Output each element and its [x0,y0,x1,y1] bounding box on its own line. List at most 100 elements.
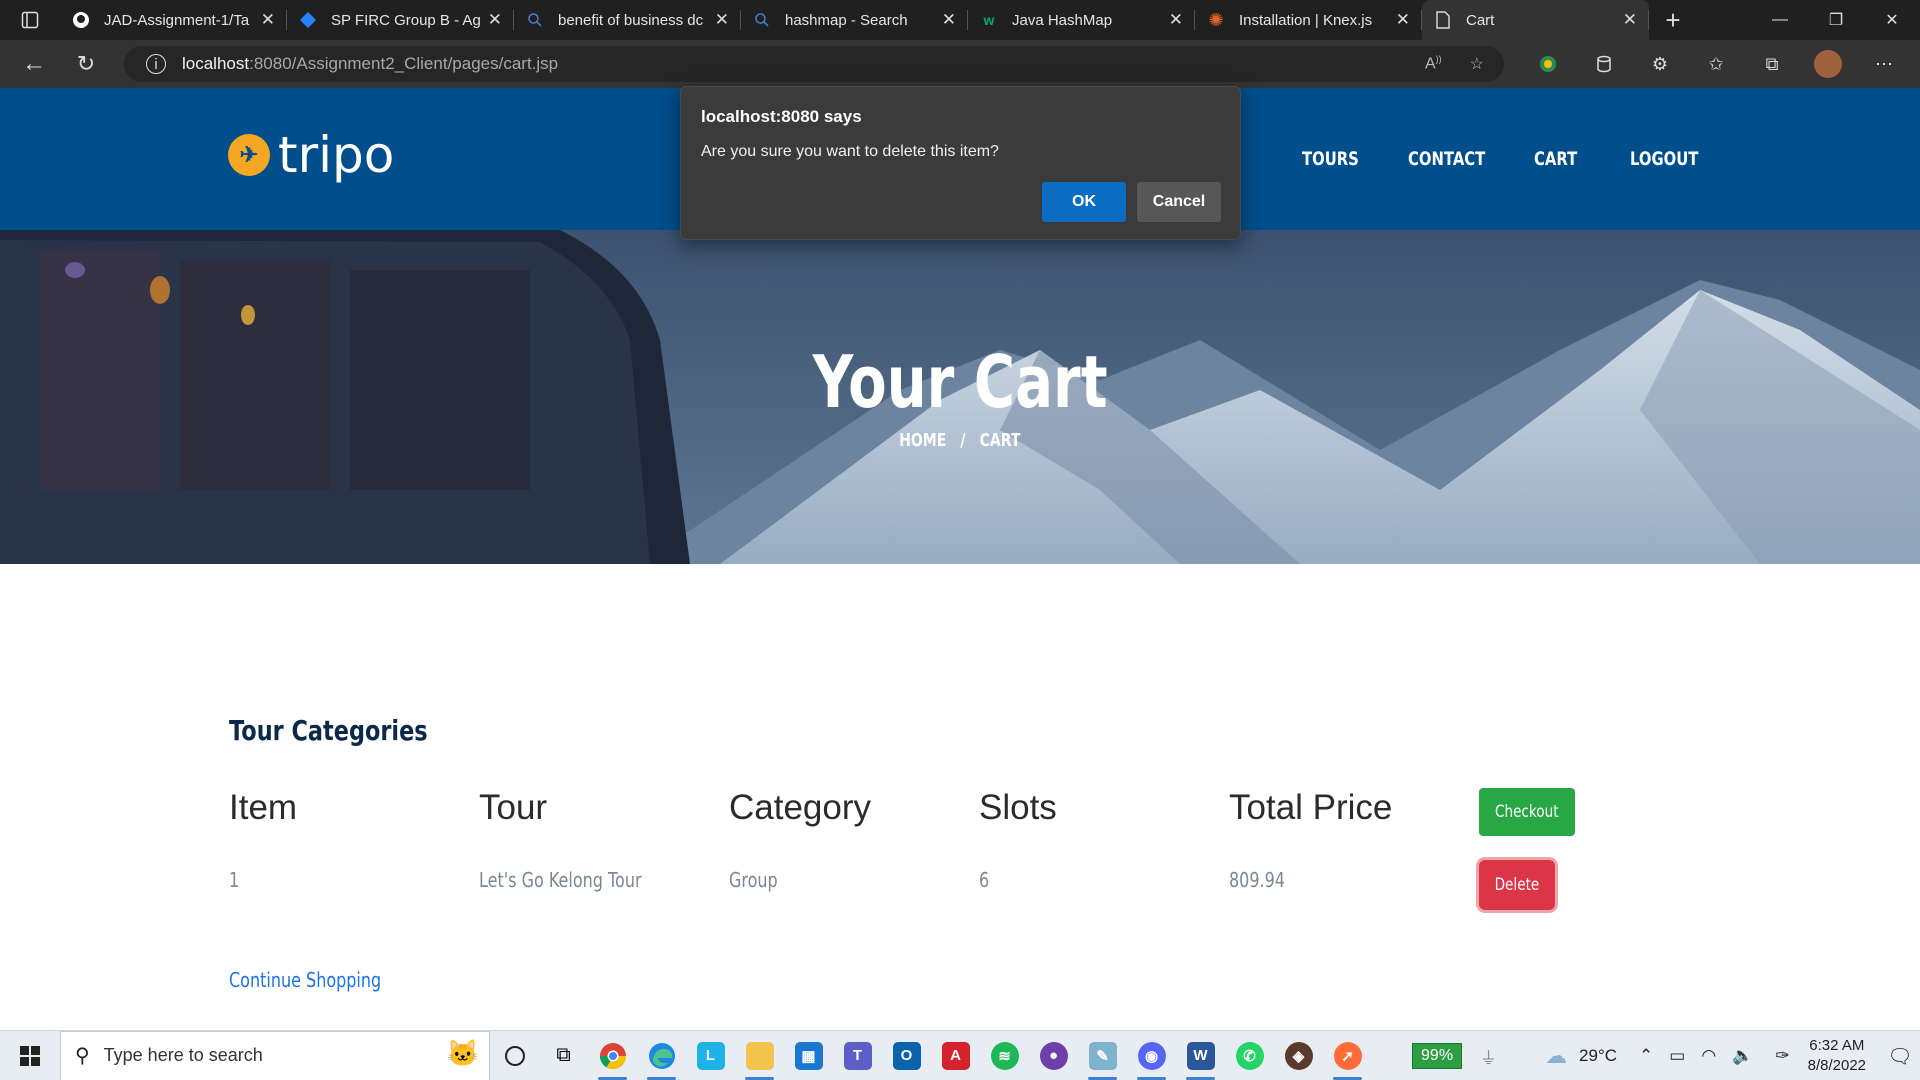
page-icon [1434,11,1452,29]
database-icon[interactable] [1576,40,1632,88]
new-tab-icon[interactable]: + [1649,0,1697,40]
nav-item-cart[interactable]: CART [1534,148,1577,170]
add-favorite-icon[interactable]: ☆ [1470,54,1484,74]
close-icon[interactable]: ✕ [1396,10,1410,30]
store-icon[interactable]: ▦ [784,1031,833,1080]
weather-cloud-icon[interactable]: ☁ [1545,1043,1567,1069]
column-header-tour: Tour [479,788,548,827]
browser-tab-bar: JAD-Assignment-1/Ta ✕ SP FIRC Group B - … [0,0,1920,40]
cell-item: 1 [229,868,240,892]
search-highlight-icon: 🐱 [446,1037,479,1068]
browser-tab[interactable]: SP FIRC Group B - Agi ✕ [287,0,514,40]
confirm-dialog: localhost:8080 says Are you sure you wan… [680,86,1241,240]
dialog-title: localhost:8080 says [701,107,862,126]
close-icon[interactable]: ✕ [1169,10,1183,30]
restore-icon[interactable]: ❐ [1808,0,1864,40]
tab-title: hashmap - Search [785,11,908,29]
site-logo[interactable]: ✈ tripo [228,130,394,180]
close-icon[interactable]: ✕ [1623,10,1637,30]
breadcrumb-separator: / [960,430,966,451]
window-close-icon[interactable]: ✕ [1864,0,1920,40]
search-icon [753,11,771,29]
browser-tab-active[interactable]: Cart ✕ [1422,0,1649,40]
browser-tab[interactable]: JAD-Assignment-1/Ta ✕ [60,0,287,40]
ok-button[interactable]: OK [1042,182,1126,222]
url-input[interactable]: i localhost:8080/Assignment2_Client/page… [124,46,1504,82]
cortana-icon[interactable] [490,1031,539,1080]
pen-icon[interactable]: ✑ [1775,1046,1789,1066]
discord-icon[interactable]: ◉ [1127,1031,1176,1080]
windows-start-icon[interactable] [0,1031,60,1080]
chrome-icon[interactable] [588,1031,637,1080]
windows-taskbar: ⚲ Type here to search 🐱 ⧉ L ▦ T O A ≋ ● … [0,1030,1920,1080]
breadcrumb-home[interactable]: HOME [899,430,946,451]
whatsapp-icon[interactable]: ✆ [1225,1031,1274,1080]
collections-icon[interactable]: ⧉ [1744,40,1800,88]
nav-item-logout[interactable]: LOGOUT [1630,148,1698,170]
breadcrumb-current: CART [979,430,1021,451]
close-icon[interactable]: ✕ [261,10,275,30]
chevron-up-icon[interactable]: ⌃ [1639,1046,1653,1066]
clock-time: 6:32 AM [1809,1037,1865,1054]
hero-banner: Your Cart HOME / CART [0,230,1920,564]
close-icon[interactable]: ✕ [715,10,729,30]
volume-icon[interactable]: 🔈 [1732,1046,1753,1066]
browser-tab[interactable]: w Java HashMap ✕ [968,0,1195,40]
system-tray: 99% ⏚ ☁ 29°C ⌃ ▭ ◠ 🔈 ✑ 6:32 AM 8/8/2022 … [1412,1031,1920,1080]
nav-item-tours[interactable]: TOURS [1302,148,1359,170]
task-view-icon[interactable]: ⧉ [539,1031,588,1080]
refresh-icon[interactable]: ↻ [60,40,112,88]
site-info-icon[interactable]: i [146,54,166,74]
page-title: Your Cart [812,340,1108,424]
more-menu-icon[interactable]: ⋯ [1856,40,1912,88]
favorites-icon[interactable]: ✩ [1688,40,1744,88]
profile-avatar[interactable] [1800,40,1856,88]
teams-icon[interactable]: T [833,1031,882,1080]
url-path: :8080/Assignment2_Client/pages/cart.jsp [249,54,559,73]
file-explorer-icon[interactable] [735,1031,784,1080]
close-icon[interactable]: ✕ [488,10,502,30]
postman-icon[interactable]: ➚ [1323,1031,1372,1080]
battery-icon[interactable]: ▭ [1669,1046,1685,1066]
github-desktop-icon[interactable]: ● [1029,1031,1078,1080]
clock-date: 8/8/2022 [1807,1057,1866,1074]
temperature[interactable]: 29°C [1579,1046,1617,1066]
spotify-icon[interactable]: ≋ [980,1031,1029,1080]
minimize-icon[interactable]: — [1752,0,1808,40]
browser-tab[interactable]: hashmap - Search ✕ [741,0,968,40]
acrobat-icon[interactable]: A [931,1031,980,1080]
section-title: Tour Categories [229,714,428,747]
clock[interactable]: 6:32 AM 8/8/2022 [1808,1036,1866,1076]
address-bar-row: ← ↻ i localhost:8080/Assignment2_Client/… [0,40,1920,88]
search-placeholder: Type here to search [103,1045,263,1065]
notepad-icon[interactable]: ✎ [1078,1031,1127,1080]
browser-tab[interactable]: benefit of business dc ✕ [514,0,741,40]
tab-title: SP FIRC Group B - Agi [331,11,480,29]
delete-button[interactable]: Delete [1479,860,1555,910]
back-icon[interactable]: ← [8,40,60,88]
word-icon[interactable]: W [1176,1031,1225,1080]
extensions-icon[interactable]: ⚙ [1632,40,1688,88]
checkout-button[interactable]: Checkout [1479,788,1575,836]
column-header-total-price: Total Price [1229,788,1393,827]
l-app-icon[interactable]: L [686,1031,735,1080]
outlook-icon[interactable]: O [882,1031,931,1080]
cell-total-price: 809.94 [1229,868,1285,892]
owl-app-icon[interactable]: ◈ [1274,1031,1323,1080]
column-header-slots: Slots [979,788,1057,827]
close-icon[interactable]: ✕ [942,10,956,30]
browser-tab[interactable]: ✺ Installation | Knex.js ✕ [1195,0,1422,40]
tab-actions-icon[interactable] [0,0,60,40]
wifi-icon[interactable]: ◠ [1701,1046,1716,1066]
notification-icon[interactable]: 🗨 [1880,1031,1920,1080]
breadcrumb: HOME / CART [0,430,1920,451]
edge-icon[interactable] [637,1031,686,1080]
read-aloud-icon[interactable]: A)) [1425,54,1442,73]
cancel-button[interactable]: Cancel [1137,182,1221,222]
nav-item-contact[interactable]: CONTACT [1408,148,1485,170]
battery-percentage[interactable]: 99% [1412,1043,1463,1069]
github-icon [72,11,90,29]
continue-shopping-link[interactable]: Continue Shopping [229,968,381,992]
extension-globe-icon[interactable] [1520,40,1576,88]
taskbar-search-input[interactable]: ⚲ Type here to search 🐱 [60,1030,490,1080]
